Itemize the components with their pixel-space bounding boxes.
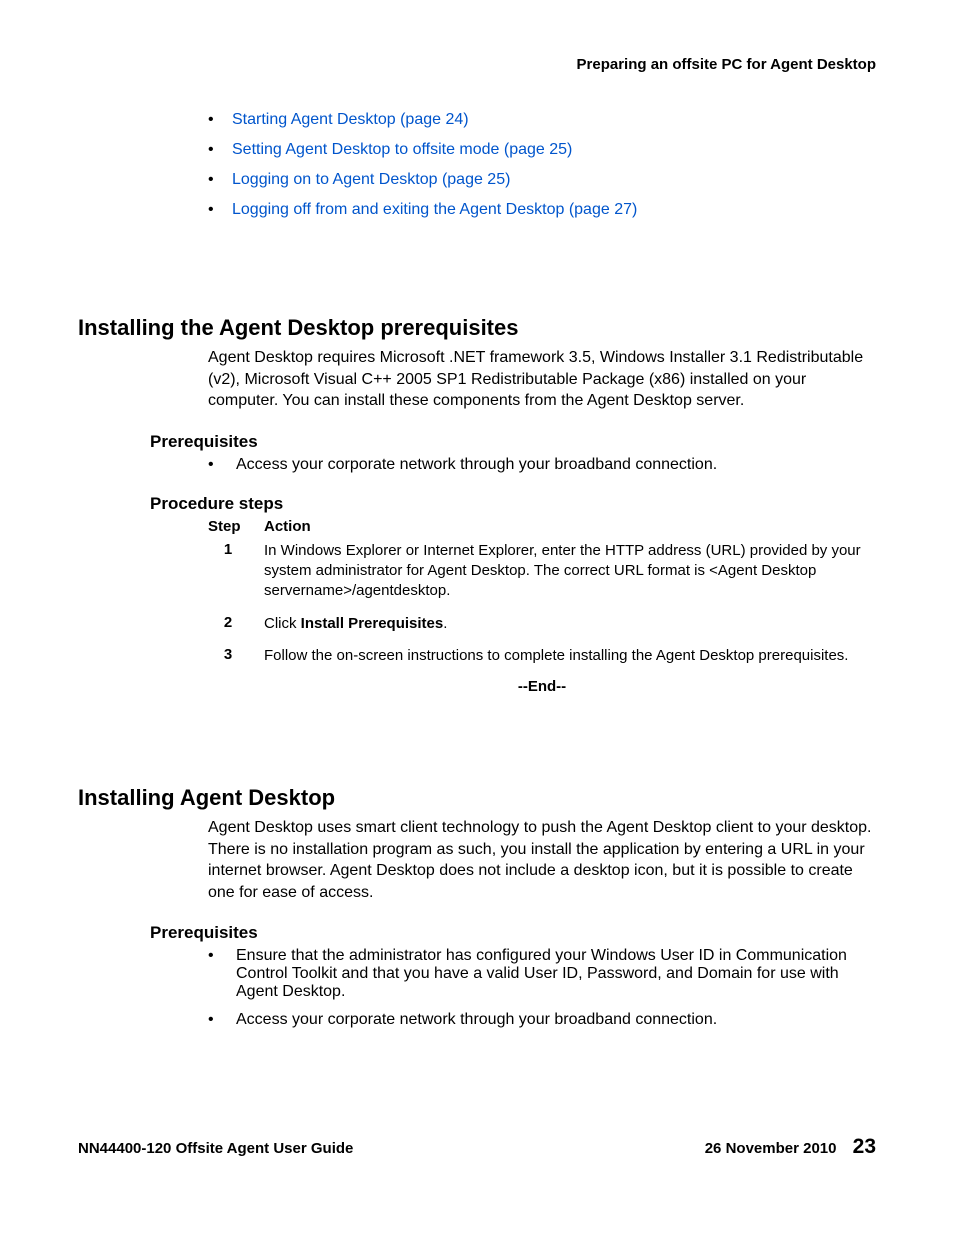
action-column-header: Action [264,518,876,535]
section-installing-agent-desktop: Installing Agent Desktop Agent Desktop u… [78,785,876,1029]
step-row: 2 Click Install Prerequisites. [208,614,876,634]
link-item: • Logging on to Agent Desktop (page 25) [208,171,876,189]
list-item: • Access your corporate network through … [208,1011,876,1029]
bullet-icon: • [208,171,232,189]
step-action: Click Install Prerequisites. [264,614,876,634]
step-column-header: Step [208,518,264,535]
footer-date: 26 November 2010 [705,1140,837,1157]
step-action: Follow the on-screen instructions to com… [264,646,876,666]
prerequisites-list: • Ensure that the administrator has conf… [208,947,876,1029]
step-row: 3 Follow the on-screen instructions to c… [208,646,876,666]
page-footer: NN44400-120 Offsite Agent User Guide 26 … [78,1135,876,1159]
cross-reference-link[interactable]: Setting Agent Desktop to offsite mode (p… [232,141,572,159]
steps-header-row: Step Action [208,518,876,535]
bullet-icon: • [208,947,236,965]
bullet-icon: • [208,456,236,474]
section-heading: Installing Agent Desktop [78,785,876,811]
prerequisites-list: • Access your corporate network through … [208,456,876,474]
link-item: • Setting Agent Desktop to offsite mode … [208,141,876,159]
list-item: • Access your corporate network through … [208,456,876,474]
list-item-text: Ensure that the administrator has config… [236,947,876,1001]
page-header-title: Preparing an offsite PC for Agent Deskto… [78,56,876,73]
steps-table: Step Action 1 In Windows Explorer or Int… [208,518,876,695]
cross-reference-link[interactable]: Logging on to Agent Desktop (page 25) [232,171,510,189]
step-bold: Install Prerequisites [301,615,444,632]
cross-reference-link[interactable]: Starting Agent Desktop (page 24) [232,111,469,129]
bullet-icon: • [208,201,232,219]
section-intro: Agent Desktop requires Microsoft .NET fr… [208,347,876,412]
bullet-icon: • [208,111,232,129]
step-number: 3 [208,646,264,666]
link-item: • Starting Agent Desktop (page 24) [208,111,876,129]
page-container: Preparing an offsite PC for Agent Deskto… [0,0,954,1235]
step-number: 2 [208,614,264,634]
step-action: In Windows Explorer or Internet Explorer… [264,541,876,602]
end-marker: --End-- [208,678,876,695]
section-heading: Installing the Agent Desktop prerequisit… [78,315,876,341]
list-item: • Ensure that the administrator has conf… [208,947,876,1001]
link-item: • Logging off from and exiting the Agent… [208,201,876,219]
step-text: In Windows Explorer or Internet Explorer… [264,542,861,600]
step-number: 1 [208,541,264,602]
step-text: Click [264,615,301,632]
bullet-icon: • [208,141,232,159]
prerequisites-heading: Prerequisites [150,923,876,943]
bullet-icon: • [208,1011,236,1029]
cross-reference-link[interactable]: Logging off from and exiting the Agent D… [232,201,637,219]
footer-right: 26 November 2010 23 [705,1135,876,1159]
prerequisites-heading: Prerequisites [150,432,876,452]
footer-doc-title: NN44400-120 Offsite Agent User Guide [78,1140,353,1157]
procedure-steps-heading: Procedure steps [150,494,876,514]
step-suffix: . [443,615,447,632]
page-number: 23 [853,1135,876,1158]
list-item-text: Access your corporate network through yo… [236,1011,717,1029]
section-installing-prerequisites: Installing the Agent Desktop prerequisit… [78,315,876,695]
section-intro: Agent Desktop uses smart client technolo… [208,817,876,903]
step-row: 1 In Windows Explorer or Internet Explor… [208,541,876,602]
list-item-text: Access your corporate network through yo… [236,456,717,474]
step-text: Follow the on-screen instructions to com… [264,647,848,664]
top-link-list: • Starting Agent Desktop (page 24) • Set… [208,111,876,219]
